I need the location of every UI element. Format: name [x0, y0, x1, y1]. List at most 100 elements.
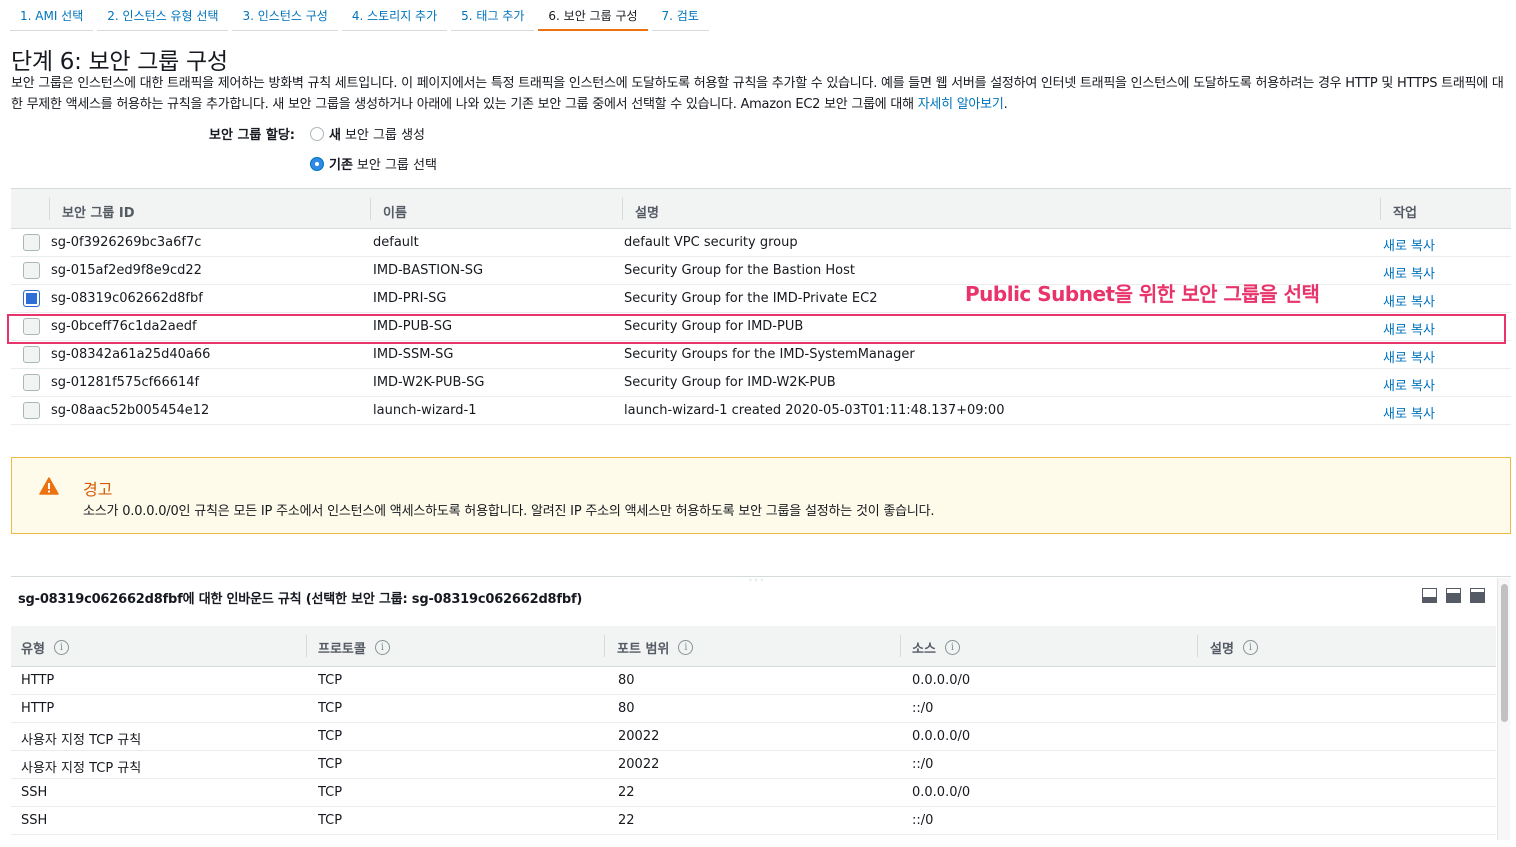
page-title: 단계 6: 보안 그룹 구성 [11, 49, 228, 75]
rule-protocol: TCP [318, 701, 343, 716]
panel-small-icon[interactable] [1422, 588, 1437, 603]
info-icon[interactable]: i [53, 640, 69, 655]
radio-new[interactable] [310, 126, 324, 141]
copy-to-new-link[interactable]: 새로 복사 [1383, 347, 1435, 366]
rule-source: ::/0 [912, 813, 934, 828]
header-divider [306, 635, 307, 657]
rule-protocol: TCP [318, 813, 343, 828]
warning-title: 경고 [83, 480, 113, 499]
header-source: 소스 i [912, 638, 960, 657]
sg-name: launch-wizard-1 [373, 403, 477, 418]
header-divider [622, 198, 623, 220]
assign-label: 보안 그룹 할당: [209, 128, 296, 143]
header-divider [49, 198, 50, 220]
learn-more-link[interactable]: 자세히 알아보기 [918, 97, 1004, 112]
annotation-text: Public Subnet을 위한 보안 그룹을 선택 [965, 282, 1320, 306]
warning-text: 소스가 0.0.0.0/0인 규칙은 모든 IP 주소에서 인스턴스에 액세스하… [83, 504, 935, 519]
rules-table-header: 유형 i 프로토콜 i 포트 범위 i 소스 i 설명 i [11, 626, 1496, 667]
table-row[interactable]: sg-08aac52b005454e12 launch-wizard-1 lau… [11, 397, 1511, 425]
rule-protocol: TCP [318, 785, 343, 800]
row-checkbox[interactable] [23, 402, 40, 419]
header-divider [1197, 635, 1198, 657]
sg-description: default VPC security group [624, 235, 798, 250]
sg-table-header: 보안 그룹 ID 이름 설명 작업 [11, 188, 1511, 229]
header-description[interactable]: 설명 [635, 202, 659, 221]
sg-description: launch-wizard-1 created 2020-05-03T01:11… [624, 403, 1005, 418]
header-divider [604, 635, 605, 657]
rule-source: 0.0.0.0/0 [912, 785, 971, 800]
header-port: 포트 범위 i [617, 638, 694, 657]
radio-existing-label: 보안 그룹 선택 [356, 158, 437, 173]
rule-type: SSH [21, 785, 48, 800]
row-checkbox[interactable] [23, 262, 40, 279]
rule-row: 사용자 지정 TCP 규칙 TCP 20022 0.0.0.0/0 [11, 723, 1496, 751]
info-icon[interactable]: i [1242, 640, 1258, 655]
copy-to-new-link[interactable]: 새로 복사 [1383, 291, 1435, 310]
table-row[interactable]: sg-0f3926269bc3a6f7c default default VPC… [11, 229, 1511, 257]
header-divider [900, 635, 901, 657]
tab-review[interactable]: 7. 검토 [651, 0, 709, 31]
radio-new-label: 보안 그룹 생성 [344, 128, 425, 143]
copy-to-new-link[interactable]: 새로 복사 [1383, 375, 1435, 394]
info-icon[interactable]: i [374, 640, 390, 655]
sg-name: IMD-BASTION-SG [373, 263, 484, 278]
row-checkbox[interactable] [23, 374, 40, 391]
sg-description: Security Groups for the IMD-SystemManage… [624, 347, 915, 362]
panel-medium-icon[interactable] [1446, 588, 1461, 603]
tab-instance-type[interactable]: 2. 인스턴스 유형 선택 [97, 0, 229, 31]
header-type: 유형 i [21, 638, 69, 657]
page-description: 보안 그룹은 인스턴스에 대한 트래픽을 제어하는 방화벽 규칙 세트입니다. … [11, 73, 1506, 115]
header-actions: 작업 [1393, 206, 1417, 221]
table-row[interactable]: sg-01281f575cf66614f IMD-W2K-PUB-SG Secu… [11, 369, 1511, 397]
rule-port: 80 [618, 673, 635, 688]
row-checkbox[interactable] [23, 346, 40, 363]
copy-to-new-link[interactable]: 새로 복사 [1383, 403, 1435, 422]
info-icon[interactable]: i [678, 640, 694, 655]
copy-to-new-link[interactable]: 새로 복사 [1383, 235, 1435, 254]
sg-id: sg-0f3926269bc3a6f7c [51, 235, 202, 250]
tab-tags[interactable]: 5. 태그 추가 [451, 0, 535, 31]
header-name[interactable]: 이름 [383, 202, 407, 221]
inbound-rules-table: 유형 i 프로토콜 i 포트 범위 i 소스 i 설명 i HTTP TCP 80 0.0… [11, 626, 1496, 835]
resize-grip-icon[interactable]: ◦◦◦ [748, 576, 765, 585]
header-sg-id[interactable]: 보안 그룹 ID [62, 202, 135, 221]
rule-type: HTTP [21, 701, 55, 716]
sg-id: sg-01281f575cf66614f [51, 375, 200, 390]
table-row[interactable]: sg-08342a61a25d40a66 IMD-SSM-SG Security… [11, 341, 1511, 369]
tab-storage[interactable]: 4. 스토리지 추가 [341, 0, 448, 31]
radio-existing[interactable] [310, 156, 324, 171]
radio-existing-sg[interactable]: 기존 보안 그룹 선택 [310, 154, 437, 173]
row-checkbox[interactable] [23, 234, 40, 251]
scrollbar-thumb[interactable] [1501, 584, 1508, 722]
header-protocol-label: 프로토콜 [318, 642, 366, 657]
rule-port: 22 [618, 785, 635, 800]
rule-row: SSH TCP 22 ::/0 [11, 807, 1496, 835]
rule-port: 20022 [618, 757, 660, 772]
row-checkbox[interactable] [23, 290, 40, 307]
sg-id: sg-08319c062662d8fbf [51, 291, 203, 306]
description-end: . [1003, 97, 1008, 112]
description-text: 보안 그룹은 인스턴스에 대한 트래픽을 제어하는 방화벽 규칙 세트입니다. … [11, 76, 1504, 112]
header-protocol: 프로토콜 i [318, 638, 390, 657]
sg-name: default [373, 235, 419, 250]
panel-view-buttons [1422, 588, 1485, 603]
sg-description: Security Group for the Bastion Host [624, 263, 855, 278]
panel-scrollbar[interactable] [1497, 578, 1510, 840]
rule-source: ::/0 [912, 757, 934, 772]
highlight-box [7, 314, 1506, 344]
info-icon[interactable]: i [944, 640, 960, 655]
header-divider [1380, 198, 1381, 220]
panel-large-icon[interactable] [1470, 588, 1485, 603]
rule-protocol: TCP [318, 729, 343, 744]
copy-to-new-link[interactable]: 새로 복사 [1383, 263, 1435, 282]
sg-id: sg-08aac52b005454e12 [51, 403, 210, 418]
rule-source: 0.0.0.0/0 [912, 673, 971, 688]
rule-port: 20022 [618, 729, 660, 744]
tab-instance-config[interactable]: 3. 인스턴스 구성 [232, 0, 338, 31]
tab-security-group[interactable]: 6. 보안 그룹 구성 [538, 0, 648, 31]
radio-new-sg[interactable]: 새 보안 그룹 생성 [310, 124, 425, 143]
tab-ami[interactable]: 1. AMI 선택 [10, 0, 94, 31]
rule-row: HTTP TCP 80 ::/0 [11, 695, 1496, 723]
warning-triangle-icon [39, 477, 59, 495]
rule-row: SSH TCP 22 0.0.0.0/0 [11, 779, 1496, 807]
